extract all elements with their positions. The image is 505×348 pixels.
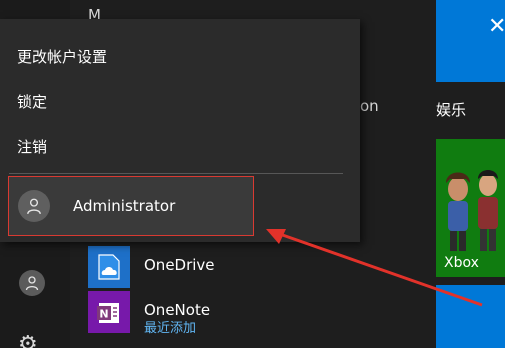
annotation-arrow — [266, 229, 483, 307]
start-menu: ⚙ M on OneDrive N OneNote 最近添加 ✕ 娱乐 Xbox… — [0, 0, 505, 348]
